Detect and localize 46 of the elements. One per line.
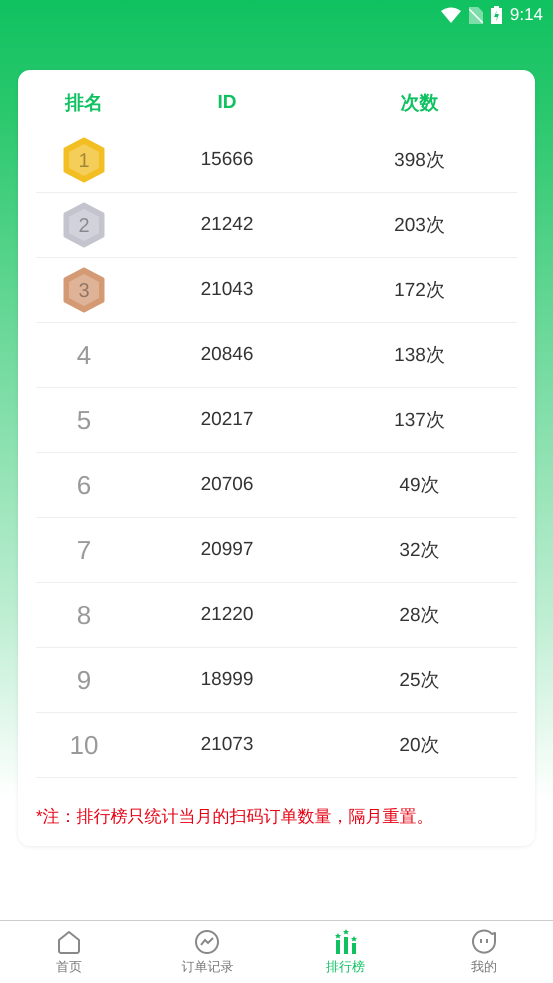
no-sim-icon (468, 6, 483, 24)
wifi-icon (440, 7, 461, 23)
table-cell-text: 49次 (399, 474, 440, 498)
rank-number: 10 (70, 730, 98, 760)
table-cell-text: 25次 (399, 669, 440, 693)
medal-icon: 3 (61, 267, 107, 313)
table-cell: 21043 (200, 279, 254, 301)
trend-icon (194, 928, 220, 954)
table-cell-text: 398次 (394, 149, 445, 173)
column-header: ID (218, 92, 236, 114)
table-cell-text: 203次 (394, 214, 445, 238)
home-icon (56, 928, 82, 954)
column-header: 次数 (400, 92, 438, 116)
battery-charging-icon (490, 6, 502, 24)
rank-number: 8 (76, 600, 92, 630)
nav-tab[interactable]: 首页 (0, 921, 138, 983)
table-cell-text: 138次 (394, 344, 445, 368)
rank-number: 6 (76, 470, 92, 500)
column-header: 排名 (65, 92, 103, 116)
rank-number: 5 (76, 404, 92, 436)
table-cell-text: 32次 (399, 539, 440, 563)
table-cell-text: 28次 (399, 604, 440, 628)
face-icon (470, 928, 497, 954)
rank-number: 9 (76, 664, 92, 696)
status-time: 9:14 (510, 5, 543, 25)
table-cell: 15666 (200, 149, 254, 171)
table-cell-text: 137次 (394, 409, 445, 433)
table-cell-text: 20次 (399, 734, 440, 758)
note-text: *注：排行榜只统计当月的扫码订单数量，隔月重置。 (36, 806, 435, 828)
ranking-icon (332, 928, 359, 954)
nav-tab[interactable]: 订单记录 (138, 921, 276, 983)
rank-number: 4 (76, 340, 92, 370)
table-cell: 21220 (200, 604, 254, 626)
table-cell: 20706 (200, 474, 254, 496)
rank-number: 7 (76, 534, 92, 566)
table-cell: 18999 (200, 669, 254, 691)
table-cell: 21073 (200, 734, 254, 756)
table-cell-text: 172次 (394, 279, 445, 303)
nav-tab[interactable]: 排行榜 (276, 921, 415, 983)
medal-icon: 1 (61, 137, 107, 183)
nav-tab[interactable]: 我的 (414, 921, 553, 983)
medal-icon: 2 (61, 202, 107, 248)
table-cell: 20217 (200, 409, 254, 431)
table-cell: 20846 (200, 344, 254, 366)
table-cell: 20997 (200, 539, 254, 561)
table-cell: 21242 (200, 214, 254, 236)
